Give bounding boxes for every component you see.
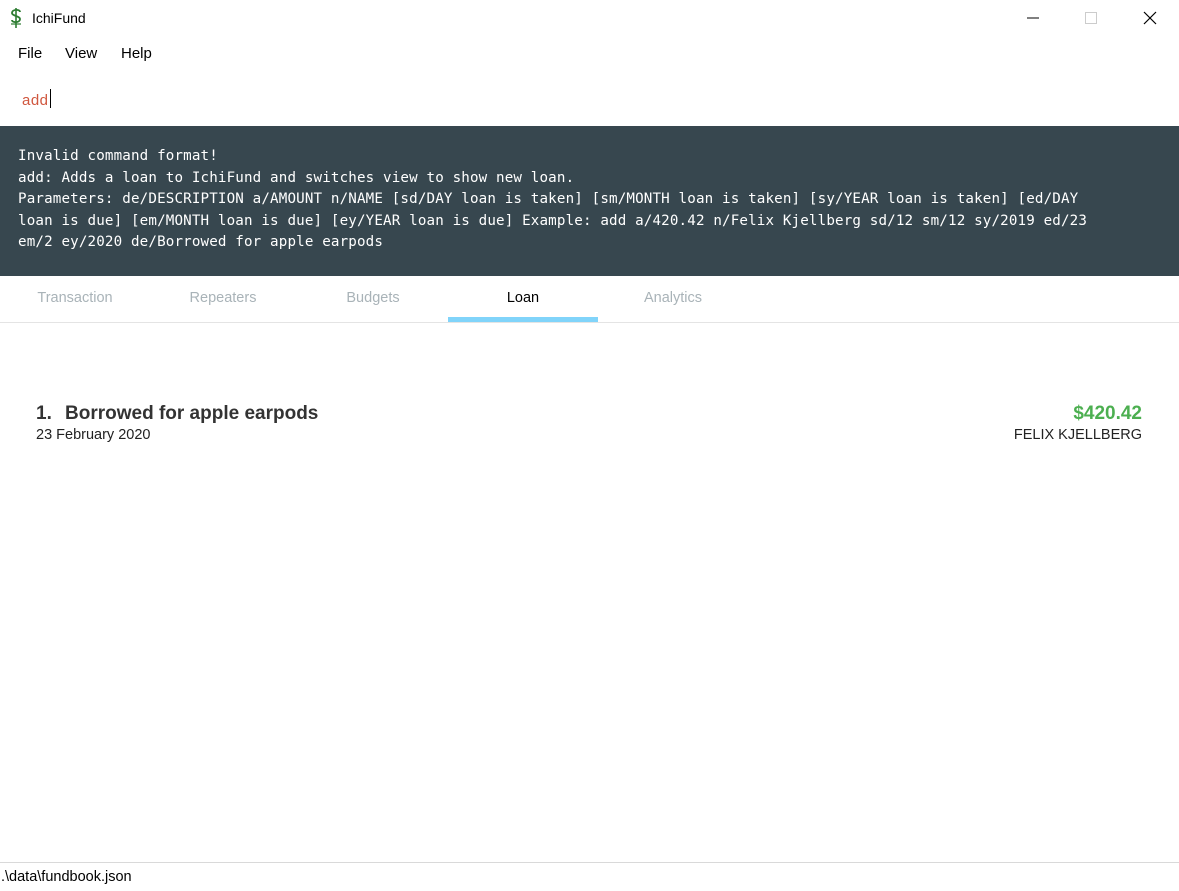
app-logo-icon <box>8 7 24 29</box>
window-title: IchiFund <box>32 10 86 26</box>
tab-transaction[interactable]: Transaction <box>0 276 150 322</box>
active-tab-indicator <box>448 317 598 322</box>
loan-description: Borrowed for apple earpods <box>65 403 319 424</box>
tab-loan[interactable]: Loan <box>448 276 598 322</box>
maximize-icon <box>1085 12 1097 24</box>
status-bar: .\data\fundbook.json <box>0 862 1179 891</box>
result-display: Invalid command format! add: Adds a loan… <box>0 126 1179 276</box>
loan-amount: $420.42 <box>1073 403 1142 424</box>
save-file-path: .\data\fundbook.json <box>1 869 132 885</box>
loan-date: 23 February 2020 <box>36 427 151 443</box>
minimize-icon <box>1027 17 1039 19</box>
close-button[interactable] <box>1121 0 1179 36</box>
loan-list: 1. Borrowed for apple earpods 23 Februar… <box>0 323 1179 861</box>
tab-bar: Transaction Repeaters Budgets Loan Analy… <box>0 276 1179 323</box>
command-input-value: add <box>22 89 51 109</box>
tab-budgets[interactable]: Budgets <box>298 276 448 322</box>
menu-bar: File View Help <box>0 36 1179 72</box>
menu-file[interactable]: File <box>18 45 42 62</box>
maximize-button[interactable] <box>1062 0 1120 36</box>
loan-card[interactable]: 1. Borrowed for apple earpods 23 Februar… <box>36 401 1142 449</box>
result-line: add: Adds a loan to IchiFund and switche… <box>18 169 575 186</box>
tab-repeaters[interactable]: Repeaters <box>148 276 298 322</box>
menu-view[interactable]: View <box>65 45 97 62</box>
menu-help[interactable]: Help <box>121 45 152 62</box>
minimize-button[interactable] <box>1004 0 1062 36</box>
text-caret <box>49 89 51 108</box>
loan-borrower-name: FELIX KJELLBERG <box>1013 427 1142 443</box>
loan-index: 1. <box>36 403 52 424</box>
tab-analytics[interactable]: Analytics <box>598 276 748 322</box>
result-line: Parameters: de/DESCRIPTION a/AMOUNT n/NA… <box>18 191 1079 207</box>
result-line: em/2 ey/2020 de/Borrowed for apple earpo… <box>18 234 384 250</box>
title-bar: IchiFund <box>0 0 1179 36</box>
result-line: Invalid command format! <box>18 148 218 164</box>
close-icon <box>1143 11 1157 25</box>
result-line: loan is due] [em/MONTH loan is due] [ey/… <box>18 212 1088 229</box>
command-input[interactable]: add <box>0 80 1179 118</box>
